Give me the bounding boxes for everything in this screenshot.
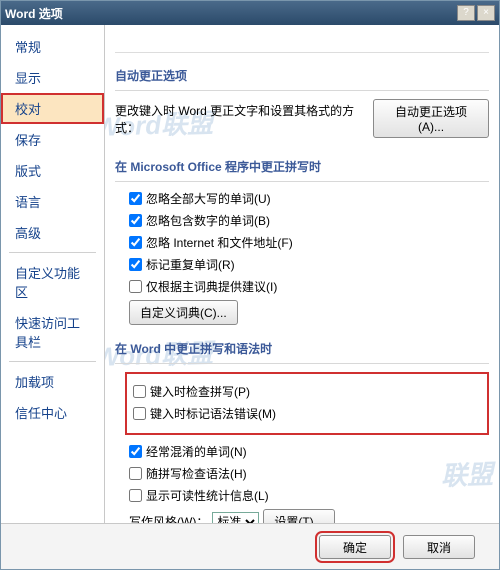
main-dict-only-label: 仅根据主词典提供建议(I) <box>146 278 277 295</box>
ignore-numbers-label: 忽略包含数字的单词(B) <box>146 212 270 229</box>
sidebar-item-language[interactable]: 语言 <box>1 186 104 217</box>
readability-stats-label: 显示可读性统计信息(L) <box>146 487 269 504</box>
ignore-internet-checkbox[interactable] <box>129 236 142 249</box>
sidebar-item-typography[interactable]: 版式 <box>1 155 104 186</box>
divider <box>9 252 96 253</box>
mark-grammar-typing-label: 键入时标记语法错误(M) <box>150 405 276 422</box>
writing-style-select[interactable]: 标准 <box>212 512 259 524</box>
ignore-numbers-checkbox[interactable] <box>129 214 142 227</box>
sidebar-item-trust-center[interactable]: 信任中心 <box>1 397 104 428</box>
confused-words-label: 经常混淆的单词(N) <box>146 443 247 460</box>
highlight-box-spellcheck: 键入时检查拼写(P) 键入时标记语法错误(M) <box>125 372 489 435</box>
section-autocorrect-head: 自动更正选项 <box>115 57 489 91</box>
autocorrect-intro-text: 更改键入时 Word 更正文字和设置其格式的方式： <box>115 102 367 136</box>
flag-repeated-checkbox[interactable] <box>129 258 142 271</box>
content-panel: Word联盟 Word联盟 联盟 自动更正选项 更改键入时 Word 更正文字和… <box>105 25 499 523</box>
writing-style-label: 写作风格(W)： <box>129 513 208 523</box>
readability-stats-checkbox[interactable] <box>129 489 142 502</box>
ignore-uppercase-label: 忽略全部大写的单词(U) <box>146 190 271 207</box>
close-button[interactable]: × <box>477 5 495 21</box>
sidebar-item-quick-access[interactable]: 快速访问工具栏 <box>1 307 104 357</box>
ignore-uppercase-checkbox[interactable] <box>129 192 142 205</box>
grammar-with-spelling-label: 随拼写检查语法(H) <box>146 465 247 482</box>
sidebar-item-general[interactable]: 常规 <box>1 31 104 62</box>
sidebar-item-advanced[interactable]: 高级 <box>1 217 104 248</box>
footer: 确定 取消 <box>1 523 499 569</box>
sidebar-item-addins[interactable]: 加载项 <box>1 366 104 397</box>
check-spelling-typing-checkbox[interactable] <box>133 385 146 398</box>
sidebar-item-proofing[interactable]: 校对 <box>1 93 104 124</box>
help-button[interactable]: ? <box>457 5 475 21</box>
main-dict-only-checkbox[interactable] <box>129 280 142 293</box>
autocorrect-options-button[interactable]: 自动更正选项(A)... <box>373 99 489 138</box>
confused-words-checkbox[interactable] <box>129 445 142 458</box>
grammar-with-spelling-checkbox[interactable] <box>129 467 142 480</box>
window-title: Word 选项 <box>5 5 63 22</box>
cancel-button[interactable]: 取消 <box>403 535 475 559</box>
sidebar-item-save[interactable]: 保存 <box>1 124 104 155</box>
flag-repeated-label: 标记重复单词(R) <box>146 256 235 273</box>
sidebar: 常规 显示 校对 保存 版式 语言 高级 自定义功能区 快速访问工具栏 加载项 … <box>1 25 105 523</box>
mark-grammar-typing-checkbox[interactable] <box>133 407 146 420</box>
sidebar-item-display[interactable]: 显示 <box>1 62 104 93</box>
section-word-head: 在 Word 中更正拼写和语法时 <box>115 330 489 364</box>
divider <box>9 361 96 362</box>
title-bar: Word 选项 ? × <box>1 1 499 25</box>
ok-button[interactable]: 确定 <box>319 535 391 559</box>
ignore-internet-label: 忽略 Internet 和文件地址(F) <box>146 234 293 251</box>
section-office-head: 在 Microsoft Office 程序中更正拼写时 <box>115 148 489 182</box>
custom-dictionaries-button[interactable]: 自定义词典(C)... <box>129 300 238 325</box>
icon-bar <box>115 29 489 53</box>
writing-style-settings-button[interactable]: 设置(T)... <box>263 509 334 523</box>
check-spelling-typing-label: 键入时检查拼写(P) <box>150 383 250 400</box>
sidebar-item-customize-ribbon[interactable]: 自定义功能区 <box>1 257 104 307</box>
